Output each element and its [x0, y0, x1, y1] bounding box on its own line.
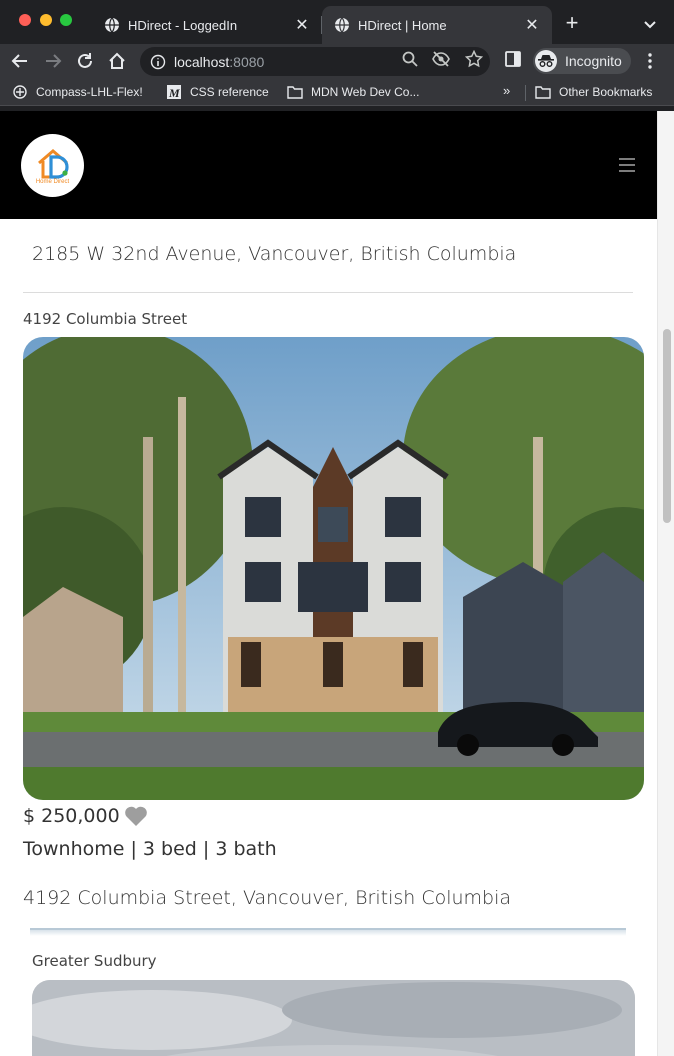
zoom-icon[interactable]: [401, 50, 419, 68]
home-button[interactable]: [105, 49, 129, 73]
bookmark-label: CSS reference: [190, 85, 269, 99]
globe-icon: [335, 17, 349, 33]
mdn-icon: M: [166, 84, 182, 100]
listing-title: 4192 Columbia Street: [23, 310, 188, 328]
bookmark-label: Compass-LHL-Flex!: [36, 85, 143, 99]
close-window-button[interactable]: [19, 14, 31, 26]
tab-hdirect-loggedin[interactable]: HDirect - LoggedIn ✕: [92, 6, 322, 44]
page-scrollbar[interactable]: [657, 111, 674, 1056]
heart-icon[interactable]: [124, 805, 148, 827]
scrollbar-thumb[interactable]: [663, 329, 671, 523]
arrow-right-icon: [46, 54, 62, 68]
minimize-window-button[interactable]: [40, 14, 52, 26]
bookmark-compass[interactable]: Compass-LHL-Flex!: [12, 83, 143, 101]
reload-icon: [78, 53, 92, 68]
house-logo-icon: [37, 148, 69, 179]
compass-icon: [12, 84, 28, 100]
bookmark-css-reference[interactable]: M CSS reference: [166, 83, 269, 101]
listing-photo[interactable]: [23, 337, 644, 800]
bookmarks-bar: Compass-LHL-Flex! M CSS reference MDN We…: [0, 78, 674, 106]
listing-specs: Townhome | 3 bed | 3 bath: [23, 838, 277, 860]
logo-text: Home Direct: [35, 178, 70, 185]
card-bottom-edge: [30, 928, 626, 936]
home-icon: [109, 52, 125, 69]
listing-address: 4192 Columbia Street, Vancouver, British…: [23, 887, 512, 909]
bookmarks-divider: [525, 85, 526, 101]
cloudy-sky-image: [32, 980, 635, 1056]
site-logo[interactable]: Home Direct: [21, 134, 84, 197]
incognito-icon: [535, 50, 557, 72]
listing-price: $ 250,000: [23, 805, 148, 827]
bookmark-label: MDN Web Dev Co...: [311, 85, 420, 99]
page-viewport: Home Direct ~~~~ ~~~~ ~~~~ 2185 W 32nd A…: [0, 111, 657, 1056]
reload-button[interactable]: [73, 49, 97, 73]
townhouse-image: [23, 337, 644, 800]
folder-icon: [287, 84, 303, 100]
eye-off-icon[interactable]: [432, 50, 450, 68]
globe-icon: [105, 17, 119, 33]
browser-toolbar: localhost:8080 Incognito: [0, 44, 674, 78]
incognito-badge[interactable]: Incognito: [533, 48, 631, 74]
site-header: Home Direct: [0, 111, 657, 219]
forward-button[interactable]: [41, 49, 65, 73]
new-tab-button[interactable]: +: [560, 12, 584, 36]
tab-hdirect-home[interactable]: HDirect | Home ✕: [322, 6, 552, 44]
price-value: $ 250,000: [23, 805, 120, 827]
side-panel-icon[interactable]: [504, 50, 522, 68]
bookmark-mdn-folder[interactable]: MDN Web Dev Co...: [287, 83, 419, 101]
chevron-down-icon[interactable]: [640, 14, 660, 34]
next-listing-photo[interactable]: [32, 980, 635, 1056]
hamburger-menu-icon[interactable]: [619, 158, 635, 172]
back-button[interactable]: [8, 49, 32, 73]
more-options-icon[interactable]: [642, 52, 658, 70]
svg-text:M: M: [168, 86, 180, 99]
bookmarks-overflow-button[interactable]: »: [503, 83, 510, 98]
tab-title: HDirect - LoggedIn: [128, 17, 238, 33]
arrow-left-icon: [11, 54, 27, 68]
info-icon[interactable]: [150, 54, 166, 70]
close-tab-icon[interactable]: ✕: [292, 15, 312, 35]
url-host: localhost: [174, 53, 230, 70]
other-bookmarks[interactable]: Other Bookmarks: [535, 83, 652, 101]
profile-label: Incognito: [565, 53, 622, 69]
tab-title: HDirect | Home: [358, 17, 447, 33]
bookmark-label: Other Bookmarks: [559, 85, 653, 99]
folder-icon: [535, 84, 551, 100]
previous-listing-address: 2185 W 32nd Avenue, Vancouver, British C…: [32, 243, 517, 265]
url-port: :8080: [229, 53, 265, 70]
star-icon[interactable]: [465, 50, 483, 68]
next-listing-title: Greater Sudbury: [32, 952, 157, 970]
browser-tab-strip: HDirect - LoggedIn ✕ HDirect | Home ✕ +: [0, 0, 674, 44]
zoom-window-button[interactable]: [60, 14, 72, 26]
divider: [23, 292, 633, 293]
close-tab-icon[interactable]: ✕: [522, 15, 542, 35]
